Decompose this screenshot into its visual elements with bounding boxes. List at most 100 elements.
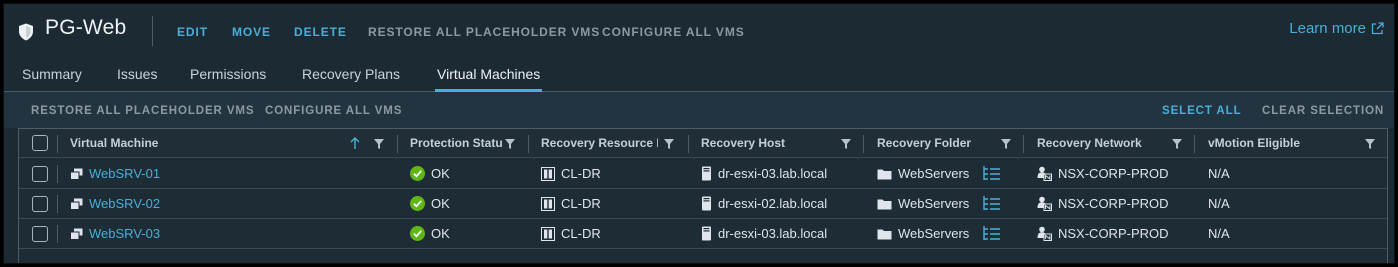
host-server-icon — [701, 196, 712, 211]
column-divider — [57, 165, 58, 183]
restore-placeholder-vms-button[interactable]: RESTORE ALL PLACEHOLDER VMS — [368, 25, 600, 39]
vm-name-link[interactable]: WebSRV-01 — [89, 166, 160, 181]
vm-name-link[interactable]: WebSRV-02 — [89, 196, 160, 211]
move-button[interactable]: MOVE — [232, 25, 271, 39]
vmotion-text: N/A — [1208, 196, 1230, 211]
list-settings-icon[interactable] — [982, 195, 1001, 213]
sort-ascending-icon[interactable] — [350, 137, 360, 150]
vmotion-text: N/A — [1208, 166, 1230, 181]
host-cell: dr-esxi-03.lab.local — [701, 219, 827, 248]
protection-group-panel: PG-Web EDIT MOVE DELETE RESTORE ALL PLAC… — [3, 3, 1395, 264]
filter-icon[interactable] — [505, 139, 515, 149]
col-header-protection-status[interactable]: Protection Statu — [410, 129, 506, 157]
resource-pool-icon — [541, 196, 555, 211]
filter-icon[interactable] — [1365, 139, 1375, 149]
column-divider — [688, 135, 689, 153]
learn-more-label: Learn more — [1289, 20, 1366, 37]
shield-icon — [19, 23, 33, 41]
row-checkbox-cell — [32, 189, 48, 218]
folder-cell: WebServers — [877, 219, 1001, 248]
network-text: NSX-CORP-PROD — [1058, 226, 1169, 241]
col-header-virtual-machine[interactable]: Virtual Machine — [70, 129, 310, 157]
status-text: OK — [431, 166, 450, 181]
column-divider — [57, 225, 58, 243]
grid-footer-area — [19, 249, 1387, 263]
folder-text: WebServers — [898, 166, 970, 181]
table-row[interactable]: WebSRV-01 OK CL-DR dr-esxi-03.lab.local … — [19, 159, 1387, 189]
learn-more-link[interactable]: Learn more — [1289, 20, 1384, 37]
column-divider — [397, 135, 398, 153]
network-cell: NSX-CORP-PROD — [1037, 219, 1169, 248]
folder-icon — [877, 198, 892, 210]
column-divider — [1023, 135, 1024, 153]
filter-icon[interactable] — [374, 139, 384, 149]
col-header-recovery-host[interactable]: Recovery Host — [701, 129, 841, 157]
row-checkbox-cell — [32, 159, 48, 188]
network-icon — [1037, 166, 1052, 181]
resource-pool-icon — [541, 226, 555, 241]
host-text: dr-esxi-03.lab.local — [718, 226, 828, 241]
network-icon — [1037, 196, 1052, 211]
filter-icon[interactable] — [841, 139, 851, 149]
toolbar-restore-placeholder-button[interactable]: RESTORE ALL PLACEHOLDER VMS — [31, 105, 254, 117]
check-circle-icon — [410, 226, 425, 241]
filter-icon[interactable] — [664, 139, 674, 149]
edit-button[interactable]: EDIT — [177, 25, 208, 39]
column-divider — [57, 135, 58, 153]
folder-cell: WebServers — [877, 189, 1001, 218]
status-text: OK — [431, 196, 450, 211]
external-link-icon — [1371, 22, 1384, 35]
resource-pool-text: CL-DR — [561, 196, 601, 211]
grid-toolbar: RESTORE ALL PLACEHOLDER VMS CONFIGURE AL… — [4, 92, 1394, 128]
grid-header-row: Virtual Machine Protection Statu Recover… — [19, 129, 1387, 158]
host-text: dr-esxi-02.lab.local — [718, 196, 828, 211]
row-checkbox[interactable] — [32, 225, 48, 242]
filter-icon[interactable] — [1172, 139, 1182, 149]
resource-pool-cell: CL-DR — [541, 159, 601, 188]
tab-virtual-machines[interactable]: Virtual Machines — [435, 66, 543, 92]
filter-icon[interactable] — [1001, 139, 1011, 149]
configure-all-vms-button[interactable]: CONFIGURE ALL VMS — [602, 25, 745, 39]
network-text: NSX-CORP-PROD — [1058, 166, 1169, 181]
toolbar-configure-all-button[interactable]: CONFIGURE ALL VMS — [265, 105, 402, 117]
status-cell: OK — [410, 219, 450, 248]
row-checkbox-cell — [32, 219, 48, 248]
status-cell: OK — [410, 189, 450, 218]
column-divider — [863, 135, 864, 153]
select-all-checkbox[interactable] — [32, 135, 48, 151]
vm-name-link[interactable]: WebSRV-03 — [89, 226, 160, 241]
row-checkbox[interactable] — [32, 165, 48, 182]
tab-summary[interactable]: Summary — [22, 66, 82, 92]
tab-bar: Summary Issues Permissions Recovery Plan… — [4, 60, 1394, 92]
delete-button[interactable]: DELETE — [294, 25, 347, 39]
col-header-recovery-folder[interactable]: Recovery Folder — [877, 129, 997, 157]
vm-icon — [70, 198, 83, 210]
col-header-vmotion-eligible[interactable]: vMotion Eligible — [1208, 129, 1358, 157]
select-all-button[interactable]: SELECT ALL — [1162, 105, 1242, 117]
folder-text: WebServers — [898, 226, 970, 241]
tab-permissions[interactable]: Permissions — [190, 66, 266, 92]
col-header-recovery-network[interactable]: Recovery Network — [1037, 129, 1167, 157]
table-row[interactable]: WebSRV-02 OK CL-DR dr-esxi-02.lab.local … — [19, 189, 1387, 219]
check-circle-icon — [410, 196, 425, 211]
vmotion-text: N/A — [1208, 226, 1230, 241]
clear-selection-button[interactable]: CLEAR SELECTION — [1262, 105, 1384, 117]
tab-issues[interactable]: Issues — [117, 66, 157, 92]
table-row[interactable]: WebSRV-03 OK CL-DR dr-esxi-03.lab.local … — [19, 219, 1387, 249]
network-icon — [1037, 226, 1052, 241]
status-text: OK — [431, 226, 450, 241]
resource-pool-cell: CL-DR — [541, 219, 601, 248]
row-checkbox[interactable] — [32, 195, 48, 212]
vm-cell: WebSRV-03 — [70, 219, 160, 248]
tab-recovery-plans[interactable]: Recovery Plans — [302, 66, 400, 92]
resource-pool-icon — [541, 166, 555, 181]
col-header-recovery-resource-pool[interactable]: Recovery Resource P’ — [541, 129, 658, 157]
vmotion-cell: N/A — [1208, 189, 1230, 218]
column-divider — [528, 135, 529, 153]
header-divider — [152, 16, 153, 46]
host-cell: dr-esxi-03.lab.local — [701, 159, 827, 188]
vm-cell: WebSRV-01 — [70, 159, 160, 188]
folder-icon — [877, 168, 892, 180]
list-settings-icon[interactable] — [982, 225, 1001, 243]
list-settings-icon[interactable] — [982, 165, 1001, 183]
